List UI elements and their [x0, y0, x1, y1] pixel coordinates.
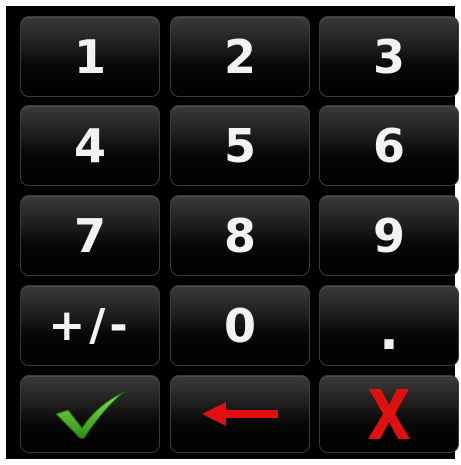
- key-6[interactable]: 6: [319, 105, 459, 186]
- key-label: 5: [223, 118, 256, 173]
- key-label: 1: [73, 29, 106, 84]
- key-label: .: [379, 301, 399, 362]
- key-7[interactable]: 7: [20, 195, 160, 276]
- cancel-button[interactable]: [319, 375, 459, 453]
- numeric-keypad: 1 2 3 4 5 6 7 8 9 +/- 0 .: [6, 6, 459, 459]
- key-1[interactable]: 1: [20, 16, 160, 97]
- confirm-button[interactable]: [20, 375, 160, 453]
- key-label: 6: [372, 118, 405, 173]
- key-label: 2: [223, 29, 256, 84]
- key-9[interactable]: 9: [319, 195, 459, 276]
- key-decimal-point[interactable]: .: [319, 285, 459, 366]
- key-label: 7: [73, 208, 106, 263]
- check-icon: [55, 391, 125, 439]
- key-8[interactable]: 8: [170, 195, 310, 276]
- key-5[interactable]: 5: [170, 105, 310, 186]
- key-3[interactable]: 3: [319, 16, 459, 97]
- key-label: +/-: [48, 299, 132, 351]
- key-plus-minus[interactable]: +/-: [20, 285, 160, 366]
- x-icon: [368, 389, 410, 439]
- key-2[interactable]: 2: [170, 16, 310, 97]
- key-4[interactable]: 4: [20, 105, 160, 186]
- key-label: 0: [223, 298, 256, 353]
- key-0[interactable]: 0: [170, 285, 310, 366]
- key-label: 9: [372, 208, 405, 263]
- key-label: 3: [372, 29, 405, 84]
- arrow-left-icon: [202, 402, 278, 426]
- backspace-button[interactable]: [170, 375, 310, 453]
- key-label: 4: [73, 118, 106, 173]
- key-label: 8: [223, 208, 256, 263]
